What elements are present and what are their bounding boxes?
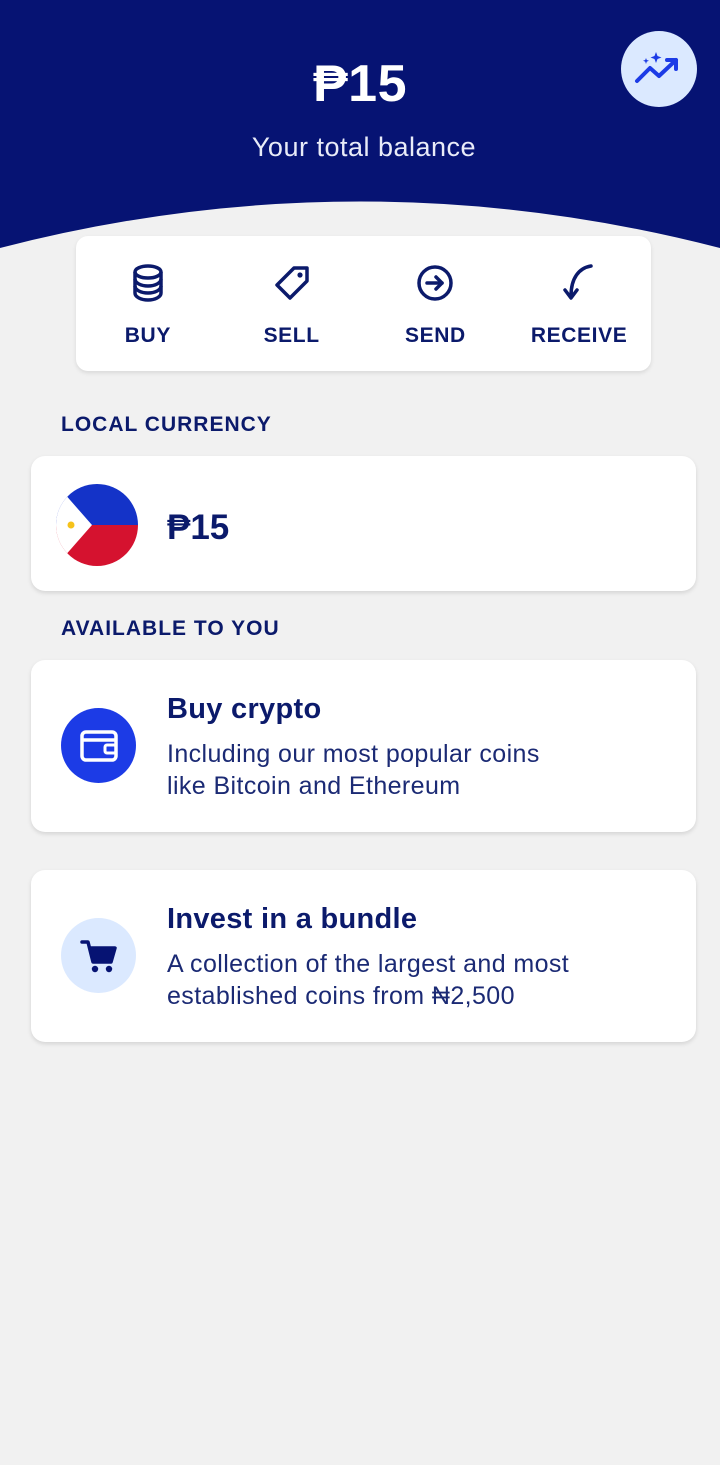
- local-currency-amount: ₱15: [167, 508, 230, 547]
- invest-bundle-desc-line1: A collection of the largest and most: [167, 950, 570, 978]
- total-balance-caption: Your total balance: [251, 132, 477, 162]
- quick-actions-card: BUY SELL SEND RECEIVE: [76, 236, 651, 371]
- sparkle-trend-icon: [635, 52, 678, 83]
- local-currency-title: LOCAL CURRENCY: [61, 413, 272, 436]
- send-button[interactable]: SEND: [364, 236, 508, 371]
- buy-label: BUY: [124, 324, 171, 347]
- price-tag-icon: [269, 260, 315, 306]
- buy-crypto-title: Buy crypto: [167, 693, 322, 725]
- buy-crypto-description: Including our most popular coins like Bi…: [167, 738, 667, 802]
- invest-bundle-title: Invest in a bundle: [167, 903, 418, 935]
- arrow-circle-right-icon: [412, 260, 458, 306]
- buy-button[interactable]: BUY: [76, 236, 220, 371]
- wallet-icon: [61, 708, 136, 783]
- sell-button[interactable]: SELL: [220, 236, 364, 371]
- insights-button[interactable]: [621, 31, 697, 107]
- receive-button[interactable]: RECEIVE: [507, 236, 651, 371]
- philippines-flag-icon: [56, 484, 138, 566]
- receive-label: RECEIVE: [530, 324, 628, 347]
- invest-bundle-description: A collection of the largest and most est…: [167, 948, 667, 1012]
- send-label: SEND: [405, 324, 466, 347]
- shopping-cart-icon: [61, 918, 136, 993]
- sell-label: SELL: [263, 324, 320, 347]
- buy-crypto-desc-line1: Including our most popular coins: [167, 740, 540, 768]
- invest-bundle-desc-line2: established coins from ₦2,500: [167, 982, 515, 1010]
- available-title: AVAILABLE TO YOU: [61, 617, 280, 640]
- curved-arrow-down-icon: [556, 260, 602, 306]
- buy-crypto-desc-line2: like Bitcoin and Ethereum: [167, 772, 461, 800]
- coins-stack-icon: [125, 260, 171, 306]
- total-balance-amount: ₱15: [312, 55, 408, 113]
